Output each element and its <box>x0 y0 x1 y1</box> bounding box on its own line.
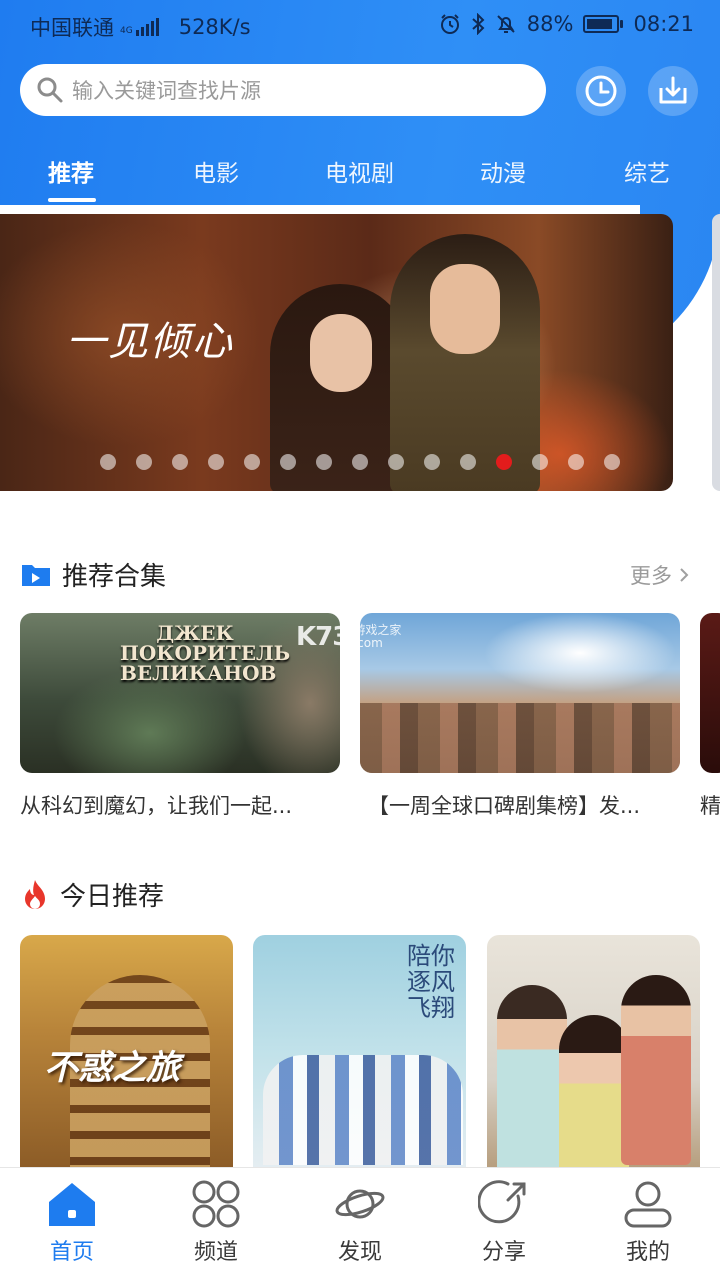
banner-figure-face <box>310 314 372 392</box>
tab-variety[interactable]: 综艺 <box>624 154 670 188</box>
fire-icon <box>25 879 45 909</box>
collection-card[interactable] <box>700 613 720 773</box>
active-tab-indicator <box>48 198 96 202</box>
clock-icon <box>585 75 617 107</box>
search-icon <box>37 77 63 103</box>
watermark-logo: K73 <box>296 622 350 652</box>
tab-tv-series[interactable]: 电视剧 <box>325 154 394 188</box>
poster-figure <box>497 985 567 1175</box>
battery-percent: 88% <box>526 12 574 36</box>
more-label: 更多 <box>630 564 672 588</box>
share-icon <box>478 1180 526 1224</box>
carousel-dot[interactable] <box>280 454 296 470</box>
alarm-icon <box>440 14 459 34</box>
more-link[interactable]: 更多 <box>630 560 690 590</box>
network-speed: 528K/s <box>178 15 251 39</box>
tab-anime[interactable]: 动漫 <box>480 154 526 188</box>
download-button[interactable] <box>648 66 698 116</box>
collections-header: 推荐合集 <box>20 556 166 593</box>
history-button[interactable] <box>576 66 626 116</box>
poster-card[interactable]: 陪你逐风飞翔 <box>253 935 466 1175</box>
banner-carousel[interactable]: 一见倾心 <box>0 214 673 491</box>
user-icon <box>624 1181 672 1228</box>
grid-icon <box>192 1180 240 1228</box>
nav-discover-label: 发现 <box>337 1240 382 1265</box>
poster-title: 陪你逐风飞翔 <box>407 942 455 1022</box>
carousel-dot[interactable] <box>208 454 224 470</box>
poster-card[interactable]: 不惑之旅 <box>20 935 233 1175</box>
search-placeholder: 输入关键词查找片源 <box>72 79 261 103</box>
folder-icon <box>22 564 50 586</box>
collection-poster-title: ДЖЕК ПОКОРИТЕЛЬ ВЕЛИКАНОВ <box>120 621 291 685</box>
collection-caption[interactable]: 从科幻到魔幻，让我们一起... <box>20 790 340 820</box>
carousel-dot[interactable] <box>172 454 188 470</box>
poster-card[interactable] <box>487 935 700 1175</box>
watermark-domain: .com <box>353 636 383 650</box>
tab-movies[interactable]: 电影 <box>193 154 239 188</box>
poster-art <box>263 1055 463 1165</box>
category-tabs: 推荐 电影 电视剧 动漫 综艺 <box>0 140 720 204</box>
poster-figure <box>559 1015 629 1175</box>
carrier-label: 中国联通 <box>30 16 114 40</box>
carousel-dot[interactable] <box>136 454 152 470</box>
nav-share-label: 分享 <box>481 1240 526 1265</box>
collections-title: 推荐合集 <box>62 562 167 592</box>
home-icon <box>49 1183 95 1226</box>
carousel-dot[interactable] <box>424 454 440 470</box>
network-tag: 4G <box>120 26 133 36</box>
carousel-dot[interactable] <box>604 454 620 470</box>
carousel-dot[interactable] <box>532 454 548 470</box>
watermark-text: 游戏之家 <box>353 623 402 637</box>
bottom-navigation: 首页 频道 发现 分享 我的 <box>0 1167 720 1280</box>
nav-channels-label: 频道 <box>193 1240 238 1265</box>
carousel-dot[interactable] <box>316 454 332 470</box>
collection-poster-art <box>360 703 680 773</box>
poster-figure <box>621 975 691 1165</box>
collection-caption[interactable]: 【一周全球口碑剧集榜】发... <box>368 790 688 820</box>
carousel-dot[interactable] <box>352 454 368 470</box>
download-icon <box>659 76 687 104</box>
planet-icon <box>335 1189 385 1219</box>
bluetooth-icon <box>472 13 485 35</box>
chevron-right-icon <box>680 568 689 582</box>
today-header: 今日推荐 <box>20 876 164 913</box>
today-title: 今日推荐 <box>60 882 165 912</box>
nav-home-label: 首页 <box>49 1240 94 1265</box>
banner-figure-face <box>430 264 500 354</box>
collection-card[interactable]: ДЖЕК ПОКОРИТЕЛЬ ВЕЛИКАНОВ <box>20 613 340 773</box>
nav-home[interactable]: 首页 <box>17 1180 127 1266</box>
carousel-dot[interactable] <box>496 454 512 470</box>
tab-recommend[interactable]: 推荐 <box>48 154 94 188</box>
banner-title: 一见倾心 <box>66 319 234 365</box>
nav-discover[interactable]: 发现 <box>305 1180 415 1266</box>
collection-caption[interactable]: 精 <box>700 790 720 820</box>
carousel-dots <box>100 454 620 470</box>
collection-card[interactable] <box>360 613 680 773</box>
battery-icon <box>583 15 624 33</box>
clock-time: 08:21 <box>633 12 694 36</box>
nav-channels[interactable]: 频道 <box>161 1180 271 1266</box>
nav-share[interactable]: 分享 <box>449 1180 559 1266</box>
carousel-dot[interactable] <box>460 454 476 470</box>
signal-icon: 4G <box>120 18 159 36</box>
poster-title: 不惑之旅 <box>44 1048 180 1088</box>
site-watermark: K73 游戏之家 .com <box>296 622 401 652</box>
carousel-dot[interactable] <box>244 454 260 470</box>
status-bar: 中国联通 4G 528K/s 88% 08:21 <box>0 0 720 50</box>
next-banner-peek[interactable] <box>712 214 720 491</box>
carousel-dot[interactable] <box>388 454 404 470</box>
nav-profile-label: 我的 <box>625 1240 670 1265</box>
nav-profile[interactable]: 我的 <box>593 1180 703 1266</box>
carousel-dot[interactable] <box>100 454 116 470</box>
search-input[interactable]: 输入关键词查找片源 <box>20 64 546 116</box>
carousel-dot[interactable] <box>568 454 584 470</box>
mute-icon <box>497 15 515 33</box>
